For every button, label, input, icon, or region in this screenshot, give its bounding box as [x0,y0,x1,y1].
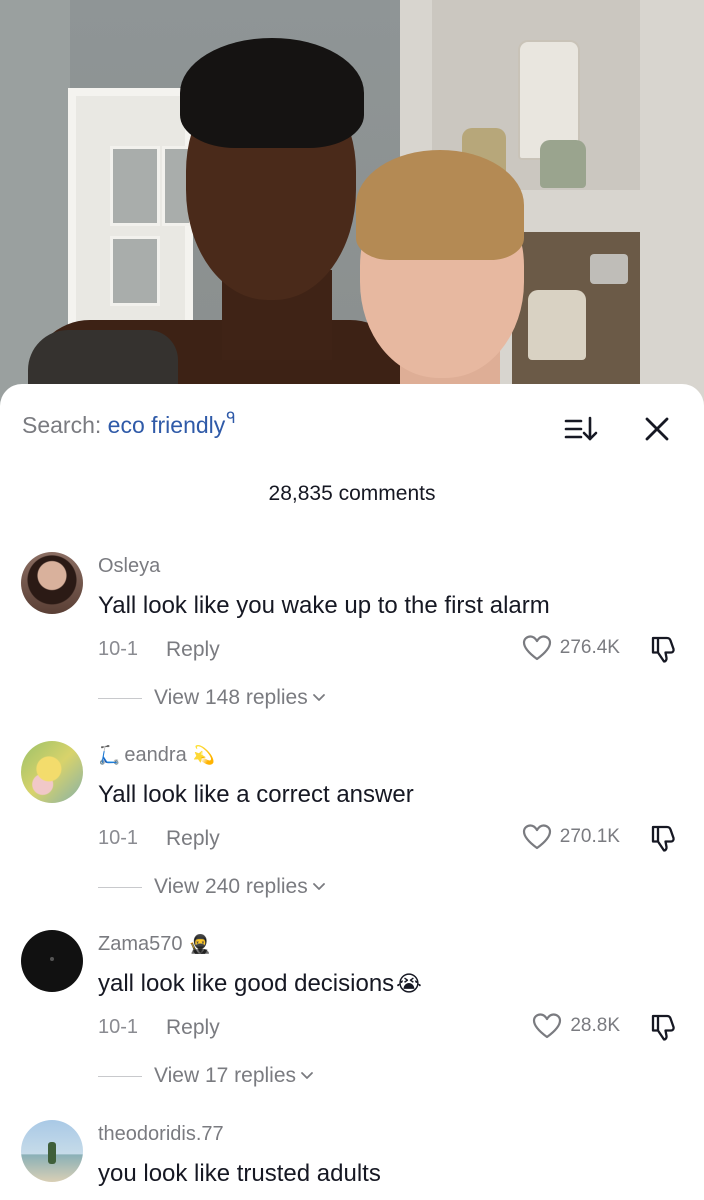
dislike-button[interactable] [647,634,679,664]
divider [98,697,142,699]
view-replies-button[interactable]: View 240 replies [98,875,326,899]
heart-icon [522,824,551,850]
comment-item: Osleya Yall look like you wake up to the… [0,552,704,742]
thumbs-down-icon [651,1014,675,1041]
close-icon [645,417,669,441]
like-button[interactable]: 28.8K [532,1012,620,1040]
comment-text: Yall look like a correct answer [98,781,414,808]
comment-item: Zama570 🥷 yall look like good decisions😭 … [0,930,704,1120]
comment-item: theodoridis.77 you look like trusted adu… [0,1120,704,1200]
view-replies-button[interactable]: View 148 replies [98,686,326,710]
ninja-emoji: 🥷 [188,934,211,954]
comments-count: 28,835 comments [268,482,436,505]
search-suggestion[interactable]: Search: eco friendlyᑫ [22,410,236,439]
thumbs-down-icon [651,636,675,663]
video-background-photo [0,0,704,410]
reply-button[interactable]: Reply [166,1016,220,1040]
comment-username[interactable]: 🛴 eandra 💫 [98,744,215,767]
scooter-emoji: 🛴 [98,745,121,765]
thumbs-down-icon [651,825,675,852]
comment-username[interactable]: theodoridis.77 [98,1123,224,1146]
glass-jar [528,290,586,360]
crying-emoji: 😭 [396,971,422,996]
dislike-button[interactable] [647,823,679,853]
avatar[interactable] [21,552,83,614]
comment-item: 🛴 eandra 💫 Yall look like a correct answer… [0,741,704,931]
like-count: 270.1K [559,826,620,847]
dislike-button[interactable] [647,1012,679,1042]
chevron-down-icon [301,1072,313,1079]
glass-jar [540,140,586,188]
comment-text: Yall look like you wake up to the first … [98,592,550,619]
like-count: 28.8K [570,1015,620,1036]
reply-button[interactable]: Reply [166,638,220,662]
comment-text: yall look like good decisions😭 [98,970,422,997]
avatar[interactable] [21,930,83,992]
search-term[interactable]: eco friendly [108,412,226,438]
tin-can [590,254,628,284]
close-button[interactable] [640,412,674,446]
like-button[interactable]: 276.4K [522,634,620,662]
like-count: 276.4K [559,637,620,658]
sort-button[interactable] [563,412,599,446]
heart-icon [522,635,551,661]
chevron-down-icon [312,694,325,701]
comment-username[interactable]: Osleya [98,555,160,578]
sort-icon [564,416,598,441]
avatar[interactable] [21,1120,83,1182]
search-prefix: Search: [22,412,108,438]
comment-date: 10-1 [98,1016,139,1038]
divider [98,886,142,888]
comment-date: 10-1 [98,638,139,660]
search-icon: ᑫ [226,410,236,427]
like-button[interactable]: 270.1K [522,823,620,851]
comment-date: 10-1 [98,827,139,849]
dizzy-emoji: 💫 [192,745,216,765]
view-replies-button[interactable]: View 17 replies [98,1064,314,1088]
divider [98,1075,142,1077]
reply-button[interactable]: Reply [166,827,220,851]
comments-sheet: Search: eco friendlyᑫ 28,835 comments Os… [0,384,704,1200]
heart-icon [533,1013,562,1039]
comment-username[interactable]: Zama570 🥷 [98,933,211,956]
comment-text: you look like trusted adults [98,1160,381,1187]
avatar[interactable] [21,741,83,803]
chevron-down-icon [312,883,325,890]
